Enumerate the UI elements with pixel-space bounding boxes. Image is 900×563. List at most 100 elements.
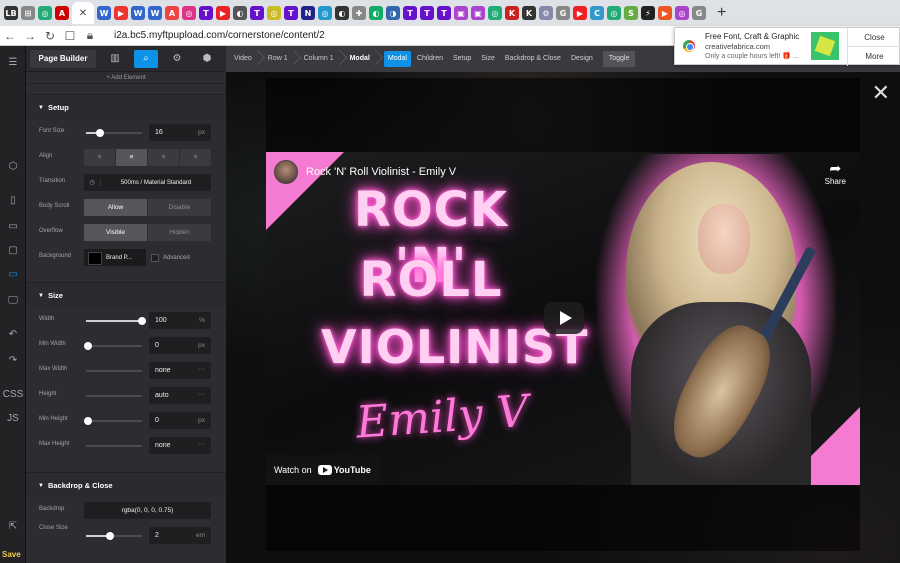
section-size[interactable]: ▼ Size	[26, 282, 226, 308]
layout-icon[interactable]: ▥	[104, 50, 126, 68]
width-slider[interactable]	[86, 317, 146, 325]
width-input[interactable]: 100 %	[149, 312, 211, 329]
close-icon[interactable]: ✕	[872, 82, 890, 104]
browser-tab-favicon[interactable]: S	[624, 6, 638, 20]
browser-tab-favicon[interactable]: ◎	[267, 6, 281, 20]
search-icon[interactable]: ⌕	[134, 49, 158, 68]
url-text[interactable]: i2a.bc5.myftpupload.com/cornerstone/cont…	[114, 30, 325, 41]
browser-tab-favicon[interactable]: N	[301, 6, 315, 20]
browser-tab-favicon[interactable]: ◎	[318, 6, 332, 20]
browser-tab-favicon[interactable]: ⊞	[21, 6, 35, 20]
video-title[interactable]: Rock 'N' Roll Violinist - Emily V	[306, 166, 456, 178]
bookmark-icon[interactable]: ☐	[60, 29, 80, 43]
chrome-notification[interactable]: Free Font, Craft & Graphic creativefabri…	[674, 27, 900, 66]
tablet-landscape-icon[interactable]: ▢	[5, 242, 21, 258]
notification-more-button[interactable]: More	[848, 47, 900, 66]
browser-tab-favicon[interactable]: C	[590, 6, 604, 20]
forward-icon[interactable]: →	[20, 29, 40, 43]
browser-tab-favicon[interactable]: T	[403, 6, 417, 20]
browser-tab-favicon[interactable]: ▣	[454, 6, 468, 20]
browser-tab-favicon[interactable]: LB	[4, 6, 18, 20]
align-right-icon[interactable]: ≡	[148, 149, 179, 166]
overflow-visible[interactable]: Visible	[84, 224, 147, 241]
browser-tab-favicon[interactable]: ◐	[369, 6, 383, 20]
browser-tab-favicon[interactable]: ◎	[38, 6, 52, 20]
min-width-input[interactable]: 0 px	[149, 337, 211, 354]
page-builder-title[interactable]: Page Builder	[30, 49, 96, 68]
slider-knob[interactable]	[106, 532, 114, 540]
play-button[interactable]	[544, 302, 584, 334]
mobile-view-icon[interactable]: ▯	[5, 192, 21, 208]
slider-knob[interactable]	[84, 342, 92, 350]
tab-children[interactable]: Children	[413, 46, 447, 72]
channel-avatar[interactable]	[274, 160, 298, 184]
browser-tab-favicon[interactable]: G	[692, 6, 706, 20]
advanced-checkbox[interactable]: Advanced	[151, 254, 190, 262]
browser-tab-favicon[interactable]: ◎	[488, 6, 502, 20]
section-backdrop-close[interactable]: ▼ Backdrop & Close	[26, 472, 226, 498]
height-slider[interactable]	[86, 395, 142, 397]
browser-tab-favicon[interactable]: T	[199, 6, 213, 20]
gear-icon[interactable]: ⚙	[166, 50, 188, 68]
align-left-icon[interactable]: ≡	[84, 149, 115, 166]
slider-knob[interactable]	[138, 317, 146, 325]
slider-knob[interactable]	[84, 417, 92, 425]
browser-tab-favicon[interactable]: ◎	[607, 6, 621, 20]
browser-tab-favicon[interactable]: ◎	[675, 6, 689, 20]
browser-tab-favicon[interactable]: ▶	[216, 6, 230, 20]
breadcrumb-modal[interactable]: Modal	[342, 46, 378, 72]
browser-tab-favicon[interactable]: ◎	[182, 6, 196, 20]
browser-tab-favicon[interactable]: A	[55, 6, 69, 20]
browser-tab-favicon[interactable]: ◐	[335, 6, 349, 20]
height-input[interactable]: auto ···	[149, 387, 211, 404]
browser-tab-favicon[interactable]: T	[250, 6, 264, 20]
tab-size[interactable]: Size	[477, 46, 499, 72]
browser-tab-favicon[interactable]: A	[165, 6, 179, 20]
laptop-view-icon[interactable]: ▭	[5, 266, 21, 282]
browser-tab-favicon[interactable]: T	[437, 6, 451, 20]
browser-tab-favicon[interactable]: K	[522, 6, 536, 20]
browser-tab-favicon[interactable]: ⚙	[539, 6, 553, 20]
transition-control[interactable]: ◷ 500ms / Material Standard	[84, 174, 211, 191]
more-icon[interactable]: ···	[198, 441, 205, 448]
add-element-link[interactable]: + Add Element	[26, 72, 226, 84]
tablet-portrait-icon[interactable]: ▭	[5, 218, 21, 234]
browser-tab-favicon[interactable]: K	[505, 6, 519, 20]
browser-tab-favicon[interactable]: W	[97, 6, 111, 20]
more-icon[interactable]: ···	[198, 366, 205, 373]
body-scroll-disable[interactable]: Disable	[148, 199, 211, 216]
breadcrumb-video[interactable]: Video	[226, 46, 260, 72]
font-size-slider[interactable]	[86, 129, 142, 137]
desktop-view-icon[interactable]: 🖵	[5, 292, 21, 308]
more-icon[interactable]: ···	[198, 391, 205, 398]
browser-tab-favicon[interactable]: ◑	[386, 6, 400, 20]
min-height-slider[interactable]	[84, 417, 142, 425]
tab-modal[interactable]: Modal	[383, 51, 411, 67]
toggle-button[interactable]: Toggle	[602, 51, 636, 67]
breadcrumb-column[interactable]: Column 1	[296, 46, 342, 72]
browser-tab-favicon[interactable]: ▶	[658, 6, 672, 20]
browser-tab-favicon[interactable]: ▣	[471, 6, 485, 20]
exit-icon[interactable]: ⇱	[5, 518, 21, 534]
browser-tab-favicon[interactable]: ⚡	[641, 6, 655, 20]
max-height-input[interactable]: none ···	[149, 437, 211, 454]
tab-design[interactable]: Design	[567, 46, 597, 72]
breadcrumb-row[interactable]: Row 1	[260, 46, 296, 72]
max-width-input[interactable]: none ···	[149, 362, 211, 379]
reload-icon[interactable]: ↻	[40, 29, 60, 43]
font-size-input[interactable]: 16 px	[149, 124, 211, 141]
redo-icon[interactable]: ↷	[5, 352, 21, 368]
max-width-slider[interactable]	[86, 370, 142, 372]
back-icon[interactable]: ←	[0, 29, 20, 43]
browser-tab-favicon[interactable]: ✚	[352, 6, 366, 20]
undo-icon[interactable]: ↶	[5, 326, 21, 342]
browser-tab-favicon[interactable]: T	[284, 6, 298, 20]
body-scroll-allow[interactable]: Allow	[84, 199, 147, 216]
browser-tab-favicon[interactable]: W	[131, 6, 145, 20]
tab-setup[interactable]: Setup	[449, 46, 475, 72]
min-height-input[interactable]: 0 px	[149, 412, 211, 429]
browser-tab-favicon[interactable]: W	[148, 6, 162, 20]
align-justify-icon[interactable]: ≡	[180, 149, 211, 166]
browser-tab-favicon[interactable]: T	[420, 6, 434, 20]
save-button[interactable]: Save	[2, 550, 21, 559]
